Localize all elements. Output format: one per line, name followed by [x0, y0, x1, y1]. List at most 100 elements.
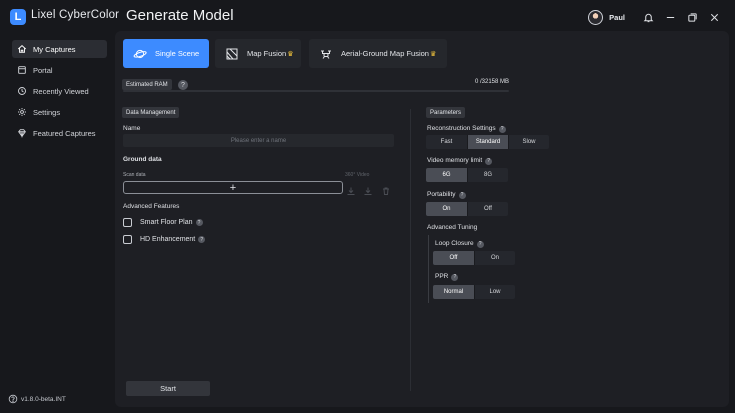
version-info: v1.8.0-beta.INT: [8, 394, 66, 404]
loop-closure-text: Loop Closure: [435, 240, 474, 247]
tab-label: Map Fusion: [247, 49, 287, 58]
smart-floor-plan-help-icon[interactable]: ?: [195, 219, 203, 226]
ppr-selector: Normal Low: [433, 285, 515, 299]
ram-progress-bar: [123, 90, 509, 92]
video-label: 360° Video: [345, 172, 370, 178]
start-button[interactable]: Start: [126, 381, 210, 396]
tab-single-scene[interactable]: Single Scene: [123, 39, 209, 68]
tab-aerial-ground-map-fusion[interactable]: Aerial-Ground Map Fusion ♛: [309, 39, 447, 68]
avatar[interactable]: [588, 9, 604, 25]
hd-enhancement-help-icon[interactable]: ?: [198, 236, 206, 243]
download-icon[interactable]: [363, 183, 373, 195]
portability-text: Portability: [427, 191, 456, 198]
app-logo: L: [10, 9, 26, 25]
help-circle-icon[interactable]: [8, 394, 18, 404]
scan-data-label: Scan data: [123, 172, 146, 178]
reconstruction-settings-text: Reconstruction Settings: [427, 125, 496, 132]
restore-icon[interactable]: [681, 8, 703, 26]
user-name[interactable]: Paul: [609, 13, 625, 22]
portability-option-on[interactable]: On: [426, 202, 467, 216]
sidebar-item-label: Portal: [33, 65, 53, 75]
ppr-option-low[interactable]: Low: [474, 285, 515, 299]
smart-floor-plan-option[interactable]: Smart Floor Plan ?: [123, 218, 203, 227]
ram-value: 0 /32158 MB: [474, 79, 509, 85]
smart-floor-plan-checkbox[interactable]: [123, 218, 132, 227]
advanced-tuning-guide-line: [428, 235, 429, 303]
sidebar-item-label: Featured Captures: [33, 128, 96, 138]
parameters-label: Parameters: [430, 109, 462, 116]
portability-selector: On Off: [426, 202, 508, 216]
loop-closure-label: Loop Closure?: [435, 240, 484, 248]
video-memory-limit-label: Video memory limit?: [427, 157, 493, 165]
diamond-icon: [18, 129, 26, 138]
hd-enhancement-option[interactable]: HD Enhancement ?: [123, 235, 206, 244]
name-input[interactable]: Please enter a name: [123, 134, 394, 147]
sidebar-item-label: My Captures: [33, 44, 76, 54]
reconstruction-settings-selector: Fast Standard Slow: [426, 135, 549, 149]
smart-floor-plan-label: Smart Floor Plan: [140, 219, 193, 226]
parameters-chip: Parameters: [426, 107, 466, 118]
reconstruction-help-icon[interactable]: ?: [498, 125, 506, 133]
portal-icon: [18, 66, 26, 74]
gear-icon: [18, 108, 26, 116]
video-memory-help-icon[interactable]: ?: [485, 157, 493, 165]
bell-icon[interactable]: [637, 8, 659, 26]
add-scan-data-button[interactable]: +: [123, 181, 343, 194]
plus-icon: +: [229, 181, 237, 194]
crown-icon: ♛: [429, 50, 437, 58]
ppr-text: PPR: [435, 273, 449, 280]
hd-enhancement-checkbox[interactable]: [123, 235, 132, 244]
reconstruction-settings-option-fast[interactable]: Fast: [426, 135, 467, 149]
ppr-label: PPR?: [435, 273, 459, 281]
portability-label: Portability?: [427, 191, 466, 199]
sidebar-item-label: Recently Viewed: [33, 86, 89, 96]
reconstruction-settings-label: Reconstruction Settings?: [427, 125, 506, 133]
portability-option-off[interactable]: Off: [467, 202, 508, 216]
history-icon: [18, 87, 26, 95]
tab-label: Aerial-Ground Map Fusion: [341, 49, 429, 58]
sidebar-item-recently-viewed[interactable]: Recently Viewed: [12, 82, 107, 100]
portability-help-icon[interactable]: ?: [458, 191, 466, 199]
planet-icon: [133, 49, 147, 58]
tab-label: Single Scene: [155, 49, 200, 58]
minimize-icon[interactable]: [659, 8, 681, 26]
sidebar-item-label: Settings: [33, 107, 61, 117]
estimated-ram-label: Estimated RAM: [126, 81, 168, 88]
video-memory-limit-selector: 6G 8G: [426, 168, 508, 182]
video-memory-limit-option-8g[interactable]: 8G: [467, 168, 508, 182]
trash-icon[interactable]: [381, 183, 391, 195]
name-label: Name: [123, 125, 141, 132]
video-memory-text: Video memory limit: [427, 157, 483, 164]
advanced-tuning-label: Advanced Tuning: [427, 224, 478, 231]
data-management-label: Data Management: [126, 109, 176, 116]
ppr-help-icon[interactable]: ?: [451, 273, 459, 281]
home-icon: [17, 45, 27, 53]
version-label: v1.8.0-beta.INT: [21, 395, 66, 403]
tab-map-fusion[interactable]: Map Fusion ♛: [215, 39, 301, 68]
header-actions: Paul: [588, 8, 725, 26]
main-panel: Single Scene Map Fusion ♛ Aerial-Ground …: [115, 31, 729, 407]
map-fusion-icon: [226, 48, 238, 59]
reconstruction-settings-option-standard[interactable]: Standard: [467, 135, 508, 149]
loop-closure-option-on[interactable]: On: [474, 251, 515, 265]
import-icon[interactable]: [346, 183, 356, 195]
page-title: Generate Model: [126, 7, 234, 24]
sidebar-item-featured-captures[interactable]: Featured Captures: [12, 124, 107, 142]
close-icon[interactable]: [703, 8, 725, 26]
sidebar-item-settings[interactable]: Settings: [12, 103, 107, 121]
loop-closure-option-off[interactable]: Off: [433, 251, 474, 265]
ram-help-icon[interactable]: ?: [178, 80, 188, 90]
video-memory-limit-option-6g[interactable]: 6G: [426, 168, 467, 182]
hd-enhancement-label: HD Enhancement: [140, 236, 196, 243]
estimated-ram-chip: Estimated RAM: [122, 79, 172, 90]
loop-closure-selector: Off On: [433, 251, 515, 265]
ppr-option-normal[interactable]: Normal: [433, 285, 474, 299]
crown-icon: ♛: [287, 50, 294, 58]
app-name: Lixel CyberColor: [31, 9, 120, 21]
sidebar-item-my-captures[interactable]: My Captures: [12, 40, 107, 58]
sidebar: My Captures Portal Recently Viewed Setti…: [0, 36, 115, 413]
loop-closure-help-icon[interactable]: ?: [476, 240, 484, 248]
drone-icon: [321, 50, 331, 59]
sidebar-item-portal[interactable]: Portal: [12, 61, 107, 79]
reconstruction-settings-option-slow[interactable]: Slow: [508, 135, 549, 149]
